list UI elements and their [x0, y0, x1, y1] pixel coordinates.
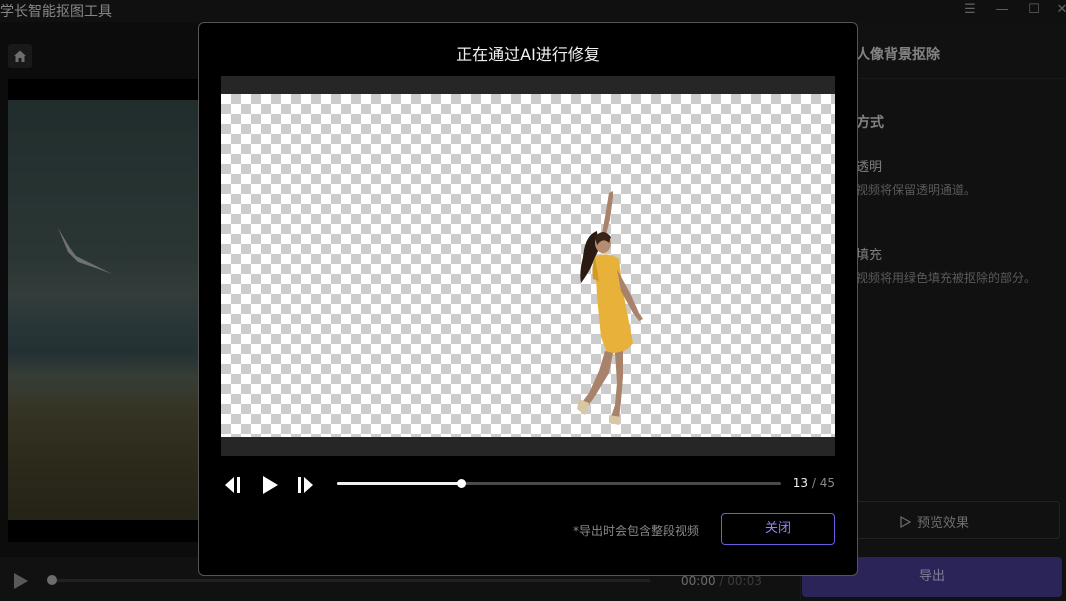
result-video-frame: [221, 76, 835, 456]
dialog-title: 正在通过AI进行修复: [456, 45, 600, 64]
frame-separator: /: [808, 476, 820, 490]
progress-slider[interactable]: [337, 479, 781, 488]
current-frame: 13: [792, 476, 809, 490]
next-frame-icon[interactable]: [295, 475, 317, 495]
frame-counter: 13 / 45: [793, 476, 835, 490]
close-button[interactable]: 关闭: [721, 513, 835, 545]
progress-handle[interactable]: [457, 479, 467, 488]
export-note: *导出时会包含整段视频: [573, 524, 700, 538]
total-frames: 45: [819, 476, 835, 490]
ai-repair-dialog: 正在通过AI进行修复 13 / 45 *导出时会包含整段视频 关闭: [198, 22, 858, 576]
progress-fill: [337, 482, 462, 485]
previous-frame-icon[interactable]: [223, 475, 245, 495]
transparency-checkerboard: [221, 94, 835, 437]
play-icon[interactable]: [259, 475, 281, 495]
cutout-person-image: [577, 191, 643, 425]
